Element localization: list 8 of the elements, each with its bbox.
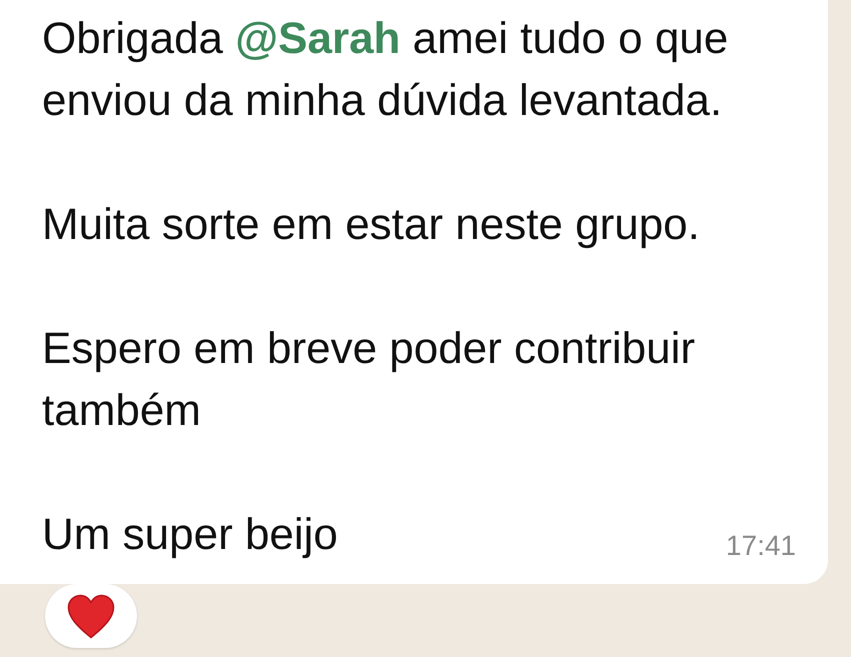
message-text: Espero em breve poder contribuir também [42,323,696,437]
message-text: Muita sorte em estar neste grupo. [42,199,700,251]
message-text: Obrigada @Sarah amei tudo o que enviou da minha dúvida levantada. [42,13,730,127]
mention-link[interactable]: @Sarah [235,14,400,63]
message-time: 17:41 [726,530,796,562]
message-text: Um super beijo [42,509,338,561]
reaction-pill[interactable] [45,584,137,648]
heart-icon [67,594,115,638]
